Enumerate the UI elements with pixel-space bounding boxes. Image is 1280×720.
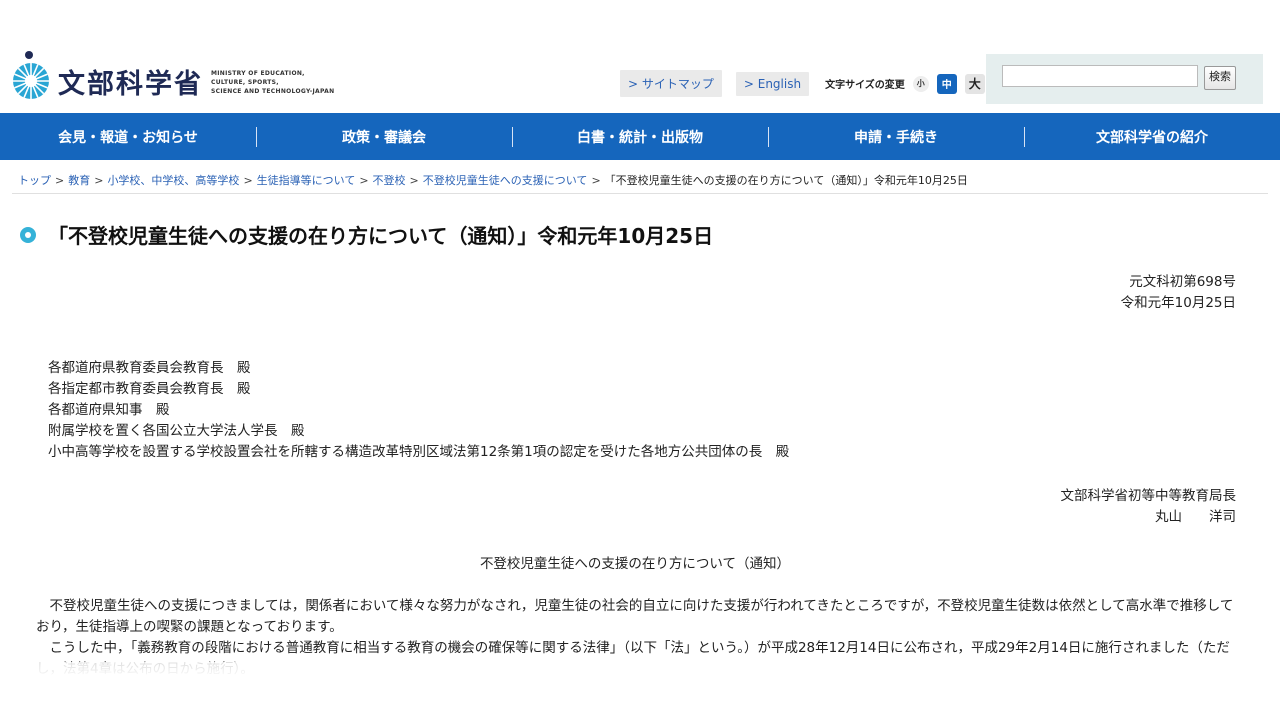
notice-subject: 不登校児童生徒への支援の在り方について（通知）	[479, 556, 791, 572]
nav-item-publications[interactable]: 白書・統計・出版物	[512, 113, 768, 160]
font-size-large-button[interactable]: 大	[964, 73, 985, 94]
font-size-small-button[interactable]: 小	[912, 75, 929, 92]
sender-block: 文部科学省初等中等教育局長 丸山 洋司	[1061, 486, 1237, 528]
breadcrumb-separator: >	[359, 174, 369, 187]
font-size-label: 文字サイズの変更	[825, 80, 905, 91]
recipient-item: 附属学校を置く各国公立大学法人学長 殿	[48, 423, 305, 439]
breadcrumb-link-support[interactable]: 不登校児童生徒への支援について	[423, 174, 588, 187]
recipient-item: 各指定都市教育委員会教育長 殿	[48, 381, 251, 397]
breadcrumb-link-schools[interactable]: 小学校、中学校、高等学校	[107, 174, 239, 187]
font-size-medium-button[interactable]: 中	[936, 73, 957, 94]
breadcrumb-separator: >	[55, 174, 65, 187]
breadcrumb-separator: >	[409, 174, 419, 187]
english-link[interactable]: > English	[735, 71, 810, 96]
site-header: 文部科学省 MINISTRY OF EDUCATION, CULTURE, SP…	[0, 0, 1280, 113]
heading-bullet-icon	[20, 226, 36, 243]
nav-item-applications[interactable]: 申請・手続き	[768, 113, 1024, 160]
page-title: 「不登校児童生徒への支援の在り方について（通知）」令和元年10月25日	[48, 224, 714, 248]
breadcrumb-current: 「不登校児童生徒への支援の在り方について（通知）」令和元年10月25日	[604, 174, 968, 187]
breadcrumb-separator: >	[94, 174, 104, 187]
breadcrumb: トップ > 教育 > 小学校、中学校、高等学校 > 生徒指導等について > 不登校 > 不登校児童生…	[18, 172, 968, 188]
document-date: 令和元年10月25日	[1120, 295, 1236, 311]
ministry-logo[interactable]: 文部科学省 MINISTRY OF EDUCATION, CULTURE, SP…	[12, 50, 334, 102]
logo-japanese: 文部科学省	[58, 68, 203, 100]
breadcrumb-link-education[interactable]: 教育	[68, 174, 90, 187]
nav-item-about[interactable]: 文部科学省の紹介	[1024, 113, 1280, 160]
body-paragraph: 不登校児童生徒への支援につきましては，関係者において様々な努力がなされ，児童生徒…	[36, 598, 1234, 635]
document-meta: 元文科初第698号 令和元年10月25日	[1121, 272, 1236, 314]
breadcrumb-separator: >	[591, 174, 601, 187]
breadcrumb-divider	[12, 193, 1268, 194]
recipients-list: 各都道府県教育委員会教育長 殿 各指定都市教育委員会教育長 殿 各都道府県知事 …	[48, 358, 789, 463]
search-area: 検索	[986, 54, 1263, 104]
search-button[interactable]: 検索	[1204, 66, 1236, 90]
breadcrumb-link-futoko[interactable]: 不登校	[373, 174, 406, 187]
utility-links: > サイトマップ > English 文字サイズの変更 小 中 大	[620, 70, 993, 97]
nav-item-press[interactable]: 会見・報道・お知らせ	[0, 113, 256, 160]
sender-title: 文部科学省初等中等教育局長	[1060, 488, 1237, 504]
recipient-item: 小中高等学校を設置する学校設置会社を所轄する構造改革特別区域法第12条第1項の認…	[48, 444, 790, 460]
breadcrumb-link-top[interactable]: トップ	[18, 174, 51, 187]
document-number: 元文科初第698号	[1129, 274, 1236, 290]
global-nav: 会見・報道・お知らせ 政策・審議会 白書・統計・出版物 申請・手続き 文部科学省…	[0, 113, 1280, 160]
ministry-emblem-icon	[12, 50, 50, 102]
bottom-fade-overlay	[0, 662, 1280, 720]
breadcrumb-link-guidance[interactable]: 生徒指導等について	[257, 174, 356, 187]
logo-english: MINISTRY OF EDUCATION, CULTURE, SPORTS, …	[211, 69, 335, 95]
sender-name: 丸山 洋司	[1155, 509, 1236, 525]
breadcrumb-separator: >	[243, 174, 253, 187]
nav-item-policy[interactable]: 政策・審議会	[256, 113, 512, 160]
font-size-switcher: 文字サイズの変更 小 中 大	[825, 73, 993, 94]
recipient-item: 各都道府県教育委員会教育長 殿	[48, 360, 251, 376]
sitemap-link[interactable]: > サイトマップ	[620, 70, 722, 97]
page-heading: 「不登校児童生徒への支援の在り方について（通知）」令和元年10月25日	[20, 220, 713, 249]
search-input[interactable]	[1002, 65, 1198, 87]
recipient-item: 各都道府県知事 殿	[48, 402, 170, 418]
